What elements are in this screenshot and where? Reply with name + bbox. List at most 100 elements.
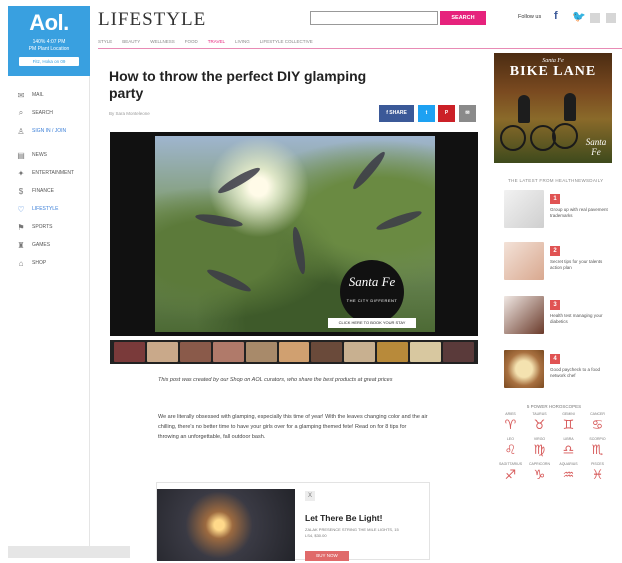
article-byline: By Sara Monteleone: [109, 111, 150, 116]
rank-badge: 3: [550, 300, 560, 310]
product-subtitle: ZALAK PRESENCE STRING THE MILE LIGHTS, 1…: [305, 527, 399, 538]
sidebar-item-sign-in[interactable]: ♙ SIGN IN / JOIN: [8, 122, 89, 140]
thumbnail[interactable]: [212, 342, 244, 362]
product-title[interactable]: Let There Be Light!: [305, 513, 382, 523]
sign-taurus[interactable]: TAURUS ♉: [525, 412, 554, 434]
rail-link[interactable]: Secret tips for your talents action plan: [550, 259, 612, 271]
page-header: LIFESTYLE SEARCH Follow us f 🐦 STYLE BEA…: [98, 6, 622, 50]
sign-virgo[interactable]: VIRGO ♍: [525, 437, 554, 459]
product-image[interactable]: [157, 489, 295, 561]
sidebar-item-news[interactable]: ▤ NEWS: [8, 146, 89, 164]
thumbnail[interactable]: [146, 342, 178, 362]
sidebar-item-label: ENTERTAINMENT: [32, 170, 75, 176]
feather-decoration: [374, 208, 424, 233]
grid-icon[interactable]: [590, 13, 600, 23]
aol-logo-box[interactable]: Aol. 140% 4:07 PM PM Plant Location Fitz…: [8, 6, 90, 76]
search-button[interactable]: SEARCH: [440, 11, 486, 25]
thumbnail[interactable]: [311, 342, 343, 362]
tab-travel[interactable]: TRAVEL: [208, 37, 225, 48]
rail-thumbnail[interactable]: [504, 350, 544, 388]
pinterest-share-button[interactable]: P: [438, 105, 455, 122]
sidebar-item-mail[interactable]: ✉ MAIL: [8, 86, 89, 104]
thumbnail[interactable]: [344, 342, 376, 362]
thumbnail[interactable]: [377, 342, 409, 362]
rail-thumbnail[interactable]: [504, 190, 544, 228]
close-icon[interactable]: X: [305, 491, 315, 501]
sign-capricorn[interactable]: CAPRICORN ♑: [525, 462, 554, 484]
rail-link[interactable]: Good paycheck to a food network chef: [550, 367, 612, 379]
sign-sagittarius[interactable]: SAGITTARIUS ♐: [496, 462, 525, 484]
brand-title[interactable]: LIFESTYLE: [98, 9, 206, 31]
horizontal-scrollbar[interactable]: [8, 546, 130, 558]
list-item[interactable]: 4 Good paycheck to a food network chef: [504, 350, 614, 390]
flag-icon: ⚑: [17, 222, 25, 232]
rail-thumbnail[interactable]: [504, 296, 544, 334]
sidebar-item-lifestyle[interactable]: ♡ LIFESTYLE: [8, 200, 89, 218]
sidebar-item-entertainment[interactable]: ✦ ENTERTAINMENT: [8, 164, 89, 182]
list-item[interactable]: 3 Health test managing your diabetics: [504, 296, 614, 336]
sidebar-item-label: SPORTS: [32, 224, 53, 230]
games-icon: ♜: [17, 240, 25, 250]
sign-libra[interactable]: LIBRA ♎: [554, 437, 583, 459]
rank-badge: 4: [550, 354, 560, 364]
sidebar-item-sports[interactable]: ⚑ SPORTS: [8, 218, 89, 236]
aol-logo[interactable]: Aol.: [8, 10, 90, 36]
sign-gemini[interactable]: GEMINI ♊: [554, 412, 583, 434]
leo-icon: ♌: [504, 443, 517, 458]
feather-decoration: [194, 211, 244, 230]
rail-link[interactable]: Group up with real pavement trademarks: [550, 207, 612, 219]
sidebar-item-shop[interactable]: ⌂ SHOP: [8, 254, 89, 272]
location-button[interactable]: Fitz, Hoka on 09: [19, 57, 79, 66]
thumbnail[interactable]: [410, 342, 442, 362]
tab-beauty[interactable]: BEAUTY: [122, 37, 140, 48]
sidebar-item-label: SEARCH: [32, 110, 53, 116]
product-card[interactable]: X Let There Be Light! ZALAK PRESENCE STR…: [156, 482, 430, 561]
feather-decoration: [350, 149, 388, 192]
logo-script: Santa Fe: [348, 274, 396, 289]
thumbnail[interactable]: [443, 342, 474, 362]
sidebar-item-search[interactable]: ⌕ SEARCH: [8, 104, 89, 122]
facebook-icon[interactable]: f: [554, 10, 558, 22]
ad-signature: Santa Fe: [585, 137, 607, 157]
cyclist-figure: [564, 93, 576, 121]
list-item[interactable]: 2 Secret tips for your talents action pl…: [504, 242, 614, 282]
mail-icon: ✉: [17, 90, 25, 100]
list-item[interactable]: 1 Group up with real pavement trademarks: [504, 190, 614, 230]
sagittarius-icon: ♐: [504, 468, 517, 483]
rail-thumbnail[interactable]: [504, 242, 544, 280]
thumbnail[interactable]: [245, 342, 277, 362]
tab-lifestyle-collective[interactable]: LIFESTYLE COLLECTIVE: [260, 37, 313, 48]
sign-aries[interactable]: ARIES ♈: [496, 412, 525, 434]
sidebar-item-finance[interactable]: $ FINANCE: [8, 182, 89, 200]
sign-cancer[interactable]: CANCER ♋: [583, 412, 612, 434]
email-share-button[interactable]: ✉: [459, 105, 476, 122]
facebook-share-button[interactable]: f SHARE: [379, 105, 414, 122]
book-stay-button[interactable]: CLICK HERE TO BOOK YOUR STAY: [328, 318, 416, 328]
advertisement-banner[interactable]: Santa Fe BIKE LANE Santa Fe: [494, 53, 612, 163]
thumbnail[interactable]: [278, 342, 310, 362]
video-player[interactable]: Santa Fe THE CITY DIFFERENT CLICK HERE T…: [110, 132, 478, 336]
rail-link[interactable]: Health test managing your diabetics: [550, 313, 612, 325]
tab-style[interactable]: STYLE: [98, 37, 112, 48]
tab-food[interactable]: FOOD: [185, 37, 198, 48]
rail-heading: THE LATEST FROM HEALTHNEWSDAILY: [508, 178, 604, 183]
twitter-icon[interactable]: 🐦: [572, 10, 586, 23]
twitter-share-button[interactable]: t: [418, 105, 435, 122]
sign-leo[interactable]: LEO ♌: [496, 437, 525, 459]
shop-icon: ⌂: [18, 258, 24, 268]
buy-now-button[interactable]: BUY NOW: [305, 551, 349, 561]
sign-pisces[interactable]: PISCES ♓: [583, 462, 612, 484]
search-input[interactable]: [310, 11, 438, 25]
menu-icon[interactable]: [606, 13, 616, 23]
article-body: We are literally obsessed with glamping,…: [158, 414, 428, 440]
sign-scorpio[interactable]: SCORPIO ♏: [583, 437, 612, 459]
news-icon: ▤: [17, 150, 25, 160]
thumbnail[interactable]: [114, 342, 145, 362]
pisces-icon: ♓: [591, 468, 604, 483]
sidebar-item-games[interactable]: ♜ GAMES: [8, 236, 89, 254]
sign-aquarius[interactable]: AQUARIUS ♒: [554, 462, 583, 484]
tab-wellness[interactable]: WELLNESS: [150, 37, 175, 48]
tab-living[interactable]: LIVING: [235, 37, 250, 48]
video-thumbnail-strip: [110, 340, 478, 364]
thumbnail[interactable]: [179, 342, 211, 362]
